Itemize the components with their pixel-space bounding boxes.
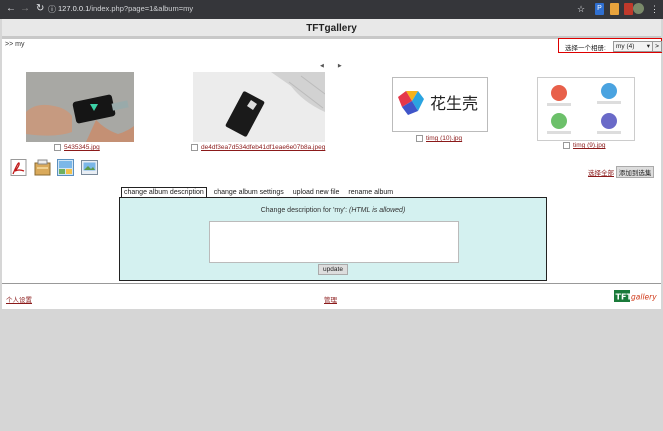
address-bar[interactable]: 127.0.0.1/index.php?page=1&album=my bbox=[58, 4, 193, 13]
avatar[interactable] bbox=[633, 3, 644, 14]
menu-dots-icon[interactable]: ⋮ bbox=[650, 3, 659, 15]
chevron-down-icon: ▾ bbox=[646, 43, 650, 50]
tab-change-album-description[interactable]: change album description bbox=[121, 187, 207, 197]
footer-divider bbox=[2, 283, 661, 284]
pdf-icon[interactable] bbox=[10, 159, 27, 176]
album-go-button[interactable]: > bbox=[652, 41, 662, 52]
extension-p-icon[interactable]: P bbox=[595, 3, 604, 15]
thumbnail-filename[interactable]: de4df3ea7d534dfeb41df1eae6e07b8a.jpeg bbox=[201, 144, 325, 151]
album-dropdown[interactable]: my (4) ▾ bbox=[613, 41, 653, 52]
package-icon[interactable] bbox=[34, 159, 51, 176]
thumbnail-image[interactable] bbox=[26, 72, 134, 142]
select-checkbox[interactable] bbox=[563, 142, 570, 149]
admin-link[interactable]: 管理 bbox=[324, 294, 337, 304]
thumbnail-image[interactable]: 花生壳 bbox=[392, 77, 488, 132]
info-icon[interactable]: ⓘ bbox=[48, 4, 56, 16]
gallery-page: TFTgallery >> my 选择一个相册: my (4) ▾ > 54353… bbox=[2, 19, 662, 309]
thumbnail-caption: timg (9).jpg bbox=[563, 142, 606, 149]
description-prompt-text: Change description for 'my': bbox=[260, 207, 348, 214]
album-selector: 选择一个相册: my (4) ▾ > bbox=[558, 38, 662, 53]
logo-tft-text: TFT bbox=[616, 293, 633, 302]
thumbnail-image[interactable] bbox=[193, 72, 325, 142]
prev-arrow-icon[interactable]: ◀ bbox=[320, 63, 324, 69]
album-selector-label: 选择一个相册: bbox=[565, 45, 606, 52]
gallery-arrows: ◀ ▶ bbox=[320, 62, 342, 69]
select-checkbox[interactable] bbox=[416, 135, 423, 142]
url-host: 127.0.0.1 bbox=[58, 4, 90, 13]
personal-settings-link[interactable]: 个人设置 bbox=[6, 294, 32, 304]
thumbnail-caption: 5435345.jpg bbox=[54, 144, 100, 151]
description-panel: Change description for 'my': (HTML is al… bbox=[119, 197, 547, 281]
thumbnail-filename[interactable]: timg (10).jpg bbox=[426, 135, 462, 142]
browser-toolbar: ← → ↻ ⓘ 127.0.0.1/index.php?page=1&album… bbox=[0, 0, 663, 19]
app-title: TFTgallery bbox=[306, 23, 357, 34]
next-arrow-icon[interactable]: ▶ bbox=[338, 63, 342, 69]
album-tabs: change album description change album se… bbox=[121, 187, 398, 197]
thumbnail-caption: timg (10).jpg bbox=[416, 135, 462, 142]
thumbnail-filename[interactable]: timg (9).jpg bbox=[573, 142, 606, 149]
image-gallery-icon[interactable] bbox=[57, 159, 74, 176]
logo-text: 花生壳 bbox=[430, 94, 478, 113]
select-checkbox[interactable] bbox=[54, 144, 61, 151]
extension-icon[interactable] bbox=[610, 3, 619, 15]
reload-icon[interactable]: ↻ bbox=[36, 3, 44, 15]
select-checkbox[interactable] bbox=[191, 144, 198, 151]
description-prompt: Change description for 'my': (HTML is al… bbox=[120, 207, 546, 214]
album-dropdown-value: my (4) bbox=[616, 43, 635, 50]
breadcrumb: >> my bbox=[5, 41, 25, 48]
tab-upload-new-file[interactable]: upload new file bbox=[291, 188, 342, 197]
add-to-album-button[interactable]: 添加到选集 bbox=[615, 166, 655, 178]
thumbnail-filename[interactable]: 5435345.jpg bbox=[64, 144, 100, 151]
html-allowed-note: (HTML is allowed) bbox=[349, 207, 406, 214]
update-button[interactable]: update bbox=[318, 264, 348, 275]
thumbnail-caption: de4df3ea7d534dfeb41df1eae6e07b8a.jpeg bbox=[191, 144, 325, 151]
tab-change-album-settings[interactable]: change album settings bbox=[212, 188, 286, 197]
tftgallery-logo[interactable]: TFT gallery bbox=[614, 289, 658, 303]
forward-arrow-icon[interactable]: → bbox=[20, 3, 30, 15]
selection-actions: 选择全部 添加到选集 bbox=[588, 166, 655, 178]
select-all-link[interactable]: 选择全部 bbox=[588, 170, 614, 177]
back-arrow-icon[interactable]: ← bbox=[6, 3, 16, 15]
description-textarea[interactable] bbox=[209, 221, 459, 263]
bookmark-star-icon[interactable]: ☆ bbox=[576, 3, 586, 15]
url-path: /index.php?page=1&album=my bbox=[89, 4, 194, 13]
logo-gallery-text: gallery bbox=[631, 293, 657, 302]
tab-rename-album[interactable]: rename album bbox=[346, 188, 395, 197]
slideshow-icon[interactable] bbox=[81, 159, 98, 176]
extension-red-icon[interactable] bbox=[624, 3, 633, 15]
thumbnail-image[interactable] bbox=[537, 77, 635, 141]
